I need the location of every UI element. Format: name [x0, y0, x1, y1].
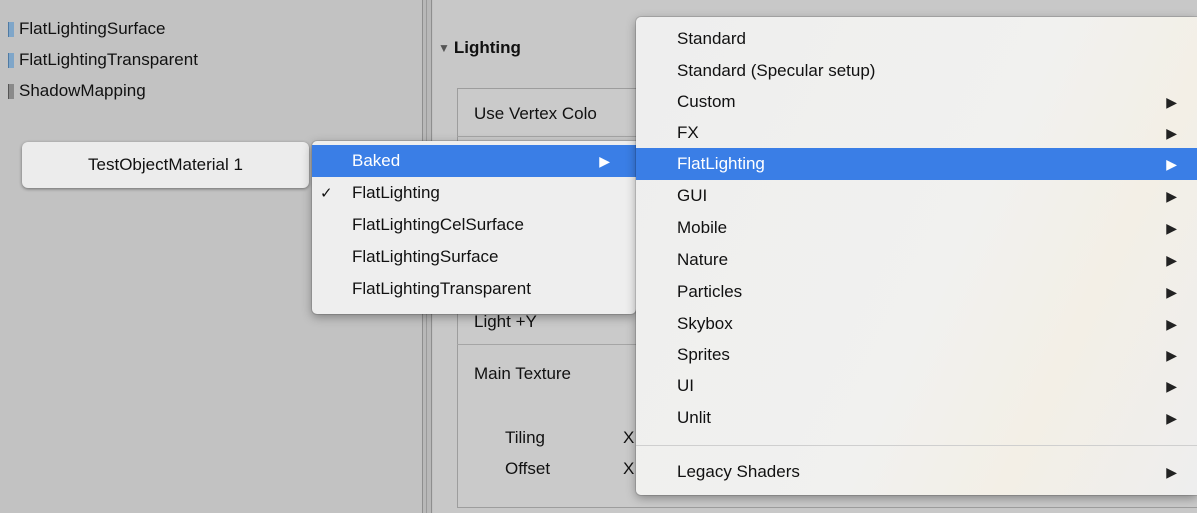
menu-item-label: Standard (Specular setup) [677, 61, 876, 80]
chevron-right-icon: ▶ [1166, 315, 1177, 332]
chevron-right-icon: ▶ [1166, 283, 1177, 300]
menu-item-mobile[interactable]: Mobile ▶ [636, 212, 1197, 244]
menu-item-label: GUI [677, 186, 708, 205]
menu-item-label: FlatLightingSurface [352, 247, 499, 266]
menu-item-flatlighting-transparent[interactable]: FlatLightingTransparent [312, 273, 636, 305]
material-button[interactable]: TestObjectMaterial 1 [22, 142, 309, 188]
chevron-right-icon: ▶ [1166, 346, 1177, 363]
list-item[interactable]: FlatLightingTransparent [8, 49, 198, 71]
menu-item-label: Sprites [677, 345, 730, 364]
menu-item-label: Custom [677, 92, 736, 111]
tiling-x-label: X [623, 428, 635, 447]
menu-item-label: UI [677, 376, 694, 395]
menu-item-label: Skybox [677, 314, 733, 333]
menu-item-label: Baked [352, 151, 401, 170]
light-y-label: Light +Y [474, 312, 537, 331]
menu-item-gui[interactable]: GUI ▶ [636, 180, 1197, 212]
menu-item-standard[interactable]: Standard [636, 23, 1197, 55]
list-item[interactable]: ShadowMapping [8, 80, 146, 102]
menu-item-fx[interactable]: FX ▶ [636, 117, 1197, 149]
menu-item-baked[interactable]: Baked ▶ [312, 145, 636, 177]
shader-file-icon [8, 21, 14, 37]
menu-item-label: Standard [677, 29, 746, 48]
menu-item-standard-specular[interactable]: Standard (Specular setup) [636, 55, 1197, 87]
collapse-triangle-icon: ▼ [438, 41, 450, 55]
menu-item-flatlighting-cel-surface[interactable]: FlatLightingCelSurface [312, 209, 636, 241]
section-title: Lighting [453, 38, 521, 57]
menu-item-flatlighting[interactable]: ✓ FlatLighting [312, 177, 636, 209]
list-item-label: FlatLightingSurface [19, 19, 166, 38]
menu-item-label: FlatLightingCelSurface [352, 215, 524, 234]
menu-item-sprites[interactable]: Sprites ▶ [636, 339, 1197, 371]
tiling-label: Tiling [505, 428, 545, 447]
chevron-right-icon: ▶ [1166, 124, 1177, 141]
chevron-right-icon: ▶ [1166, 463, 1177, 480]
chevron-right-icon: ▶ [1166, 409, 1177, 426]
menu-item-label: Mobile [677, 218, 728, 237]
offset-label: Offset [505, 459, 551, 478]
chevron-right-icon: ▶ [1166, 377, 1177, 394]
offset-x-label: X [623, 459, 635, 478]
shader-submenu: Baked ▶ ✓ FlatLighting FlatLightingCelSu… [312, 141, 636, 314]
menu-item-custom[interactable]: Custom ▶ [636, 86, 1197, 118]
menu-item-label: Particles [677, 282, 743, 301]
folder-icon [8, 83, 14, 99]
menu-item-label: FX [677, 123, 699, 142]
menu-item-nature[interactable]: Nature ▶ [636, 244, 1197, 276]
lighting-section-header[interactable]: ▼ Lighting [438, 38, 521, 58]
chevron-right-icon: ▶ [1166, 251, 1177, 268]
chevron-right-icon: ▶ [1166, 219, 1177, 236]
chevron-right-icon: ▶ [599, 152, 610, 169]
menu-item-label: FlatLighting [677, 154, 765, 173]
list-item-label: ShadowMapping [19, 81, 146, 100]
menu-separator [636, 445, 1197, 446]
menu-item-label: Unlit [677, 408, 712, 427]
menu-item-label: Nature [677, 250, 729, 269]
menu-item-particles[interactable]: Particles ▶ [636, 276, 1197, 308]
checkmark-icon: ✓ [320, 185, 333, 202]
menu-item-flatlighting[interactable]: FlatLighting ▶ [636, 148, 1197, 180]
list-item-label: FlatLightingTransparent [19, 50, 198, 69]
menu-item-skybox[interactable]: Skybox ▶ [636, 308, 1197, 340]
shader-file-icon [8, 52, 14, 68]
menu-item-ui[interactable]: UI ▶ [636, 370, 1197, 402]
menu-item-label: FlatLighting [352, 183, 440, 202]
chevron-right-icon: ▶ [1166, 155, 1177, 172]
use-vertex-colors-label: Use Vertex Colo [474, 104, 597, 123]
menu-item-label: Legacy Shaders [677, 462, 800, 481]
main-texture-label: Main Texture [474, 364, 572, 383]
menu-item-flatlighting-surface[interactable]: FlatLightingSurface [312, 241, 636, 273]
chevron-right-icon: ▶ [1166, 187, 1177, 204]
menu-item-legacy-shaders[interactable]: Legacy Shaders ▶ [636, 456, 1197, 488]
menu-item-unlit[interactable]: Unlit ▶ [636, 402, 1197, 434]
menu-item-label: FlatLightingTransparent [352, 279, 531, 298]
list-item[interactable]: FlatLightingSurface [8, 18, 165, 40]
shader-menu: Standard Standard (Specular setup) Custo… [636, 17, 1197, 495]
chevron-right-icon: ▶ [1166, 93, 1177, 110]
